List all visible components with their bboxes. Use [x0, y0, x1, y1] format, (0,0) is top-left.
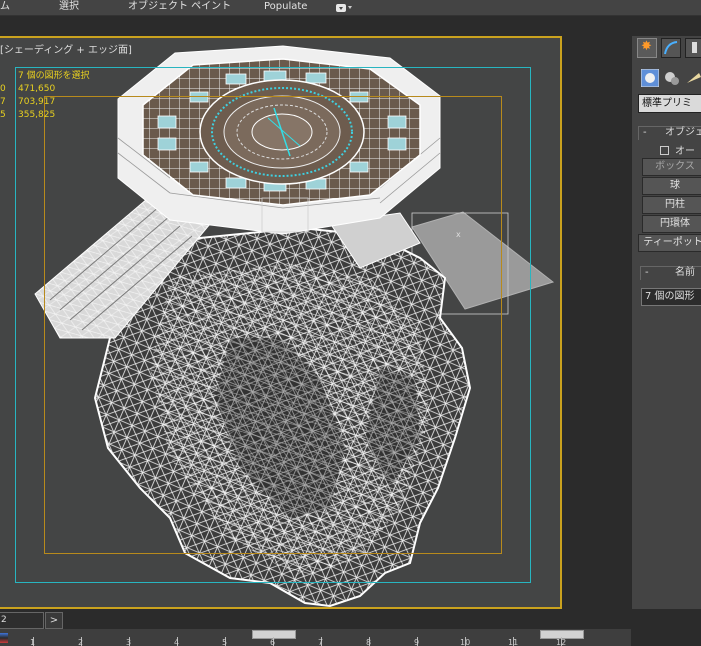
lights-category-button[interactable]	[685, 69, 701, 87]
collapse-icon: -	[645, 267, 649, 278]
menu-item-populate[interactable]: Populate	[264, 0, 307, 16]
name-color-rollout-header[interactable]: - 名前	[640, 266, 701, 280]
cylinder-button[interactable]: 円柱	[642, 196, 701, 214]
sphere-button[interactable]: 球	[642, 177, 701, 195]
stats-row-label: 5	[0, 110, 6, 120]
menu-item-select[interactable]: 選択	[59, 0, 79, 16]
checkbox-icon	[660, 146, 669, 155]
autogrid-label: オー	[675, 146, 695, 157]
primitive-type-dropdown[interactable]: 標準プリミ	[638, 94, 701, 113]
autogrid-checkbox[interactable]: オー	[660, 142, 695, 157]
trackbar-tick-label: 10	[460, 638, 471, 646]
trackbar-tick-label: 2	[78, 638, 84, 646]
tab-modify[interactable]	[661, 38, 681, 58]
safe-frame-inner	[44, 96, 502, 554]
hierarchy-icon	[692, 42, 697, 53]
teapot-button[interactable]: ティーポット	[638, 234, 701, 252]
stats-row-label: 7	[0, 97, 6, 107]
object-name-field[interactable]: 7 個の図形	[641, 288, 701, 306]
geometry-category-button[interactable]	[640, 68, 660, 88]
geometry-icon	[640, 68, 660, 88]
shapes-category-button[interactable]	[663, 69, 681, 87]
trackbar-tick-label: 11	[508, 638, 519, 646]
trackbar-filter-icon[interactable]	[0, 633, 8, 643]
box-button[interactable]: ボックス	[642, 158, 701, 176]
shapes-icon	[665, 72, 679, 85]
trackbar-tick-label: 6	[270, 638, 276, 646]
trackbar[interactable]: 1 2 3 4 5 6 7 8 9 10 11 12	[0, 629, 631, 646]
object-type-rollout-header[interactable]: - オブジェ	[638, 126, 701, 140]
create-icon: ✸	[641, 39, 652, 54]
window-icon	[336, 4, 346, 12]
tab-create[interactable]: ✸	[637, 38, 657, 58]
viewport-shading-label[interactable]: [シェーディング + エッジ面]	[0, 41, 132, 56]
lights-icon	[687, 73, 701, 83]
trackbar-tick-label: 8	[366, 638, 372, 646]
stats-polys-value: 471,650	[18, 84, 56, 94]
trackbar-tick-label: 1	[30, 638, 36, 646]
modify-icon	[664, 41, 678, 55]
next-frame-button[interactable]: >	[45, 612, 63, 629]
command-panel: ✸ 標準プリミ - オブジェ オー ボックス 球 円柱 円環体 ティーポット -…	[631, 36, 701, 609]
trackbar-tick-label: 9	[414, 638, 420, 646]
rollout-title: 名前	[675, 267, 695, 278]
perspective-viewport[interactable]: x x [シェーディング + エッジ面] 7 個の図形を選択 0 471,650…	[0, 36, 562, 609]
menu-item-animation[interactable]: ム	[0, 0, 10, 16]
trackbar-tick-label: 5	[222, 638, 228, 646]
trackbar-tick-label: 12	[556, 638, 567, 646]
time-slider[interactable]: 2 >	[0, 612, 64, 629]
collapse-icon: -	[643, 127, 647, 138]
time-slider-value[interactable]: 2	[0, 612, 44, 629]
stats-verts-value: 355,825	[18, 110, 56, 120]
trackbar-tick-label: 4	[174, 638, 180, 646]
menu-bar: ム 選択 オブジェクト ペイント Populate	[0, 0, 701, 16]
stats-tris-value: 703,917	[18, 97, 56, 107]
menu-dropdown-toggle[interactable]	[336, 3, 356, 13]
torus-button[interactable]: 円環体	[642, 215, 701, 233]
stats-row-label: 0	[0, 84, 6, 94]
chevron-down-icon	[348, 6, 352, 9]
trackbar-tick-label: 7	[318, 638, 324, 646]
stats-title: 7 個の図形を選択	[18, 71, 90, 81]
menu-item-object-paint[interactable]: オブジェクト ペイント	[128, 0, 231, 16]
tab-hierarchy[interactable]	[685, 38, 701, 58]
rollout-title: オブジェ	[665, 127, 701, 138]
trackbar-tick-label: 3	[126, 638, 132, 646]
